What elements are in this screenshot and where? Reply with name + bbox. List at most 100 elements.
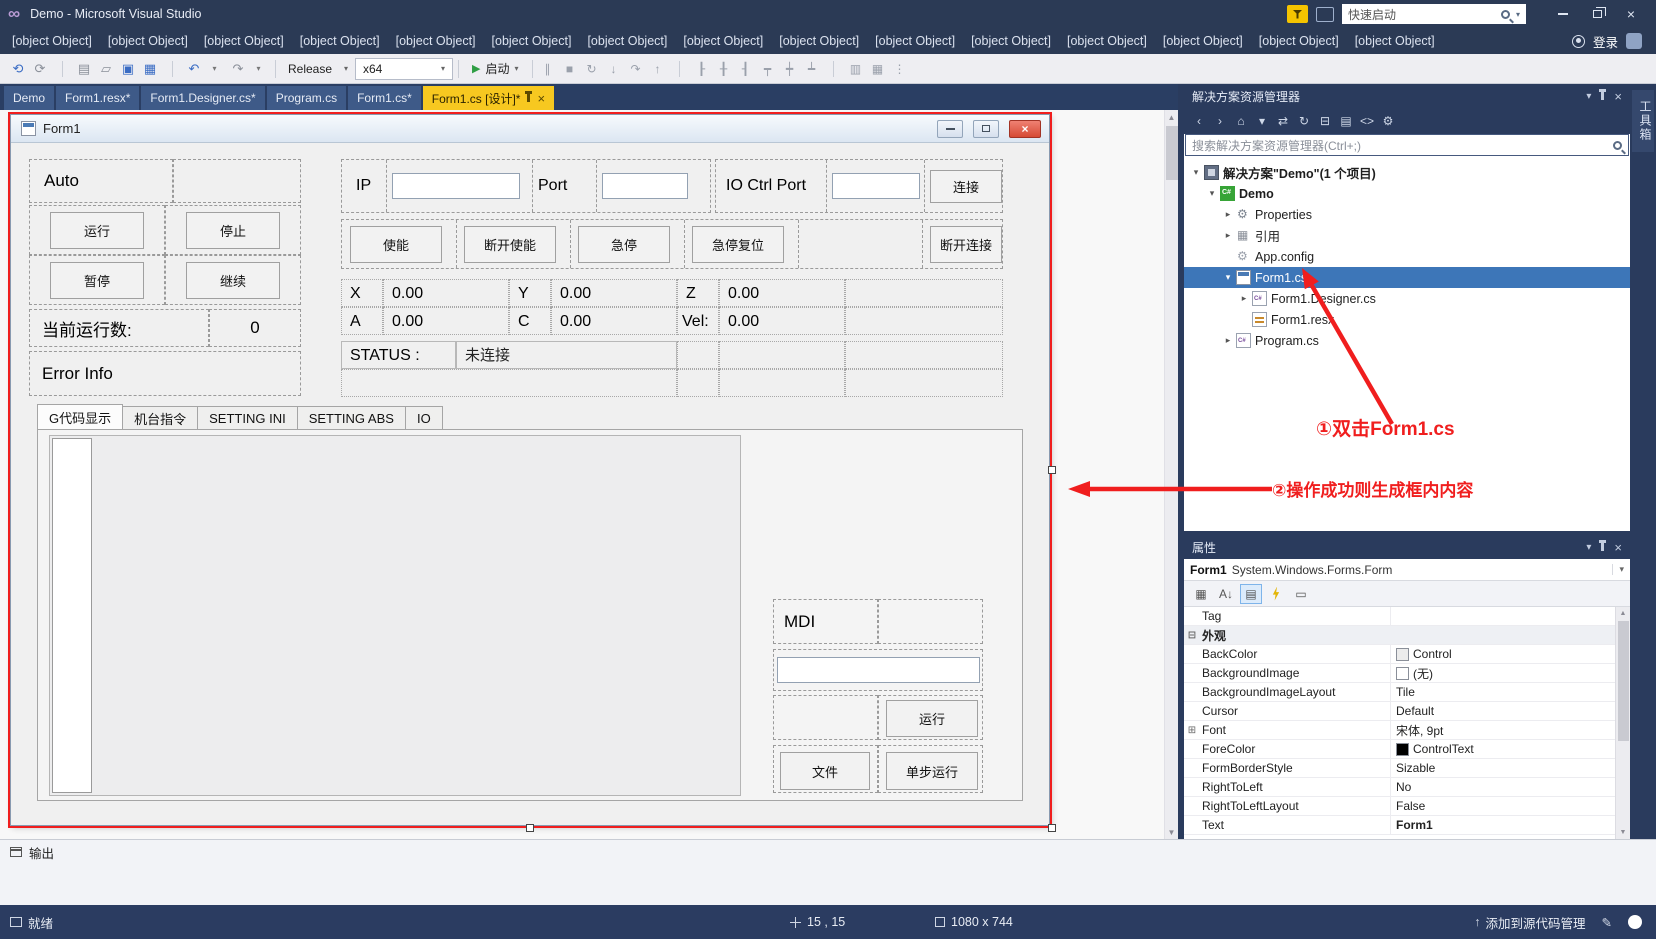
chevron-down-icon[interactable]: ▾ bbox=[1516, 10, 1520, 19]
properties-view-icon[interactable]: ▤ bbox=[1240, 584, 1262, 604]
chevron-down-icon[interactable]: ▾ bbox=[1586, 542, 1591, 553]
save-icon[interactable]: ▣ bbox=[118, 58, 138, 80]
gcode-line-list[interactable] bbox=[52, 438, 92, 793]
pause-button[interactable]: 暂停 bbox=[50, 262, 144, 299]
property-row[interactable]: Text Form1 bbox=[1184, 816, 1615, 835]
property-row[interactable]: ⊟ 外观 bbox=[1184, 626, 1615, 645]
scroll-down-icon[interactable]: ▼ bbox=[1616, 826, 1630, 839]
property-row[interactable]: RightToLeft No bbox=[1184, 778, 1615, 797]
property-row[interactable]: ForeColor ControlText bbox=[1184, 740, 1615, 759]
tree-item[interactable]: ▾ Demo bbox=[1184, 183, 1630, 204]
property-row[interactable]: RightToLeftLayout False bbox=[1184, 797, 1615, 816]
form-tab[interactable]: SETTING ABS bbox=[297, 406, 406, 429]
align-tops-icon[interactable]: ┯ bbox=[758, 58, 778, 80]
property-row[interactable]: BackColor Control bbox=[1184, 645, 1615, 664]
connect-button[interactable]: 连接 bbox=[930, 170, 1002, 203]
restart-icon[interactable]: ↻ bbox=[582, 58, 602, 80]
property-row[interactable]: ⊞ Font 宋体, 9pt bbox=[1184, 721, 1615, 740]
menu-item[interactable]: [object Object] bbox=[388, 30, 484, 52]
scroll-up-icon[interactable]: ▲ bbox=[1165, 110, 1178, 124]
expander-icon[interactable]: ⊟ bbox=[1184, 630, 1200, 641]
stop-button[interactable]: 停止 bbox=[186, 212, 280, 249]
property-row[interactable]: BackgroundImage (无) bbox=[1184, 664, 1615, 683]
document-tab[interactable]: Form1.cs [设计]* × bbox=[423, 86, 554, 110]
file-button[interactable]: 文件 bbox=[780, 752, 870, 790]
stop-icon[interactable]: ■ bbox=[560, 58, 580, 80]
form-close-button[interactable]: × bbox=[1009, 120, 1041, 138]
align-centers-icon[interactable]: ╂ bbox=[714, 58, 734, 80]
io-ctrl-port-input[interactable] bbox=[832, 173, 920, 199]
undo-icon[interactable]: ↶ bbox=[184, 58, 204, 80]
align-middles-icon[interactable]: ┿ bbox=[780, 58, 800, 80]
properties-header[interactable]: 属性 ▾ × bbox=[1184, 535, 1630, 559]
forward-icon[interactable]: › bbox=[1211, 111, 1229, 131]
sign-in-link[interactable]: 登录 bbox=[1593, 32, 1618, 51]
property-value[interactable]: ControlText bbox=[1390, 740, 1615, 758]
same-size-icon[interactable]: ▦ bbox=[868, 58, 888, 80]
step-run-button[interactable]: 单步运行 bbox=[886, 752, 978, 790]
align-rights-icon[interactable]: ┨ bbox=[736, 58, 756, 80]
port-input[interactable] bbox=[602, 173, 688, 199]
collapse-all-icon[interactable]: ⊟ bbox=[1316, 111, 1334, 131]
run-button[interactable]: 运行 bbox=[50, 212, 144, 249]
form-title-bar[interactable]: Form1 × bbox=[11, 115, 1049, 143]
menu-item[interactable]: [object Object] bbox=[675, 30, 771, 52]
tree-item[interactable]: ▸ Properties bbox=[1184, 204, 1630, 225]
step-out-icon[interactable]: ↑ bbox=[648, 58, 668, 80]
gcode-display-area[interactable] bbox=[49, 435, 741, 796]
property-value[interactable]: No bbox=[1390, 778, 1615, 796]
disconnect-button[interactable]: 断开连接 bbox=[930, 226, 1002, 263]
properties-scrollbar[interactable]: ▲ ▼ bbox=[1615, 607, 1630, 839]
expander-icon[interactable]: ▸ bbox=[1222, 209, 1234, 220]
close-icon[interactable]: × bbox=[1614, 89, 1622, 104]
resize-handle-corner[interactable] bbox=[1048, 824, 1056, 832]
minimize-button[interactable] bbox=[1546, 3, 1580, 25]
platform-combo[interactable]: x64▾ bbox=[355, 58, 453, 80]
menu-item[interactable]: [object Object] bbox=[867, 30, 963, 52]
avatar[interactable] bbox=[1626, 33, 1642, 49]
solution-explorer-header[interactable]: 解决方案资源管理器 ▾ × bbox=[1184, 84, 1630, 108]
tree-item[interactable]: ▾ 解决方案"Demo"(1 个项目) bbox=[1184, 162, 1630, 183]
redo-dropdown-icon[interactable]: ▾ bbox=[250, 58, 270, 80]
pin-icon[interactable] bbox=[1601, 92, 1604, 100]
document-tab[interactable]: Form1.resx* × bbox=[56, 86, 139, 110]
alphabetical-icon[interactable]: A↓ bbox=[1215, 584, 1237, 604]
tree-item[interactable]: App.config bbox=[1184, 246, 1630, 267]
redo-icon[interactable]: ↷ bbox=[228, 58, 248, 80]
menu-item[interactable]: [object Object] bbox=[196, 30, 292, 52]
forward-icon[interactable]: ⟳ bbox=[30, 58, 50, 80]
property-value[interactable]: (无) bbox=[1390, 664, 1615, 682]
scroll-down-icon[interactable]: ▼ bbox=[1165, 825, 1178, 839]
scrollbar-thumb[interactable] bbox=[1166, 126, 1178, 180]
property-value[interactable]: Form1 bbox=[1390, 816, 1615, 834]
designer-canvas[interactable]: Form1 × Auto 运行 停止 暂停 继续 bbox=[0, 110, 1178, 839]
pin-icon[interactable] bbox=[1601, 543, 1604, 551]
back-icon[interactable]: ⟲ bbox=[8, 58, 28, 80]
menu-item[interactable]: [object Object] bbox=[1347, 30, 1443, 52]
tree-item[interactable]: ▸ 引用 bbox=[1184, 225, 1630, 246]
document-tab[interactable]: Program.cs × bbox=[267, 86, 346, 110]
chevron-down-icon[interactable]: ▾ bbox=[1612, 564, 1624, 575]
mdi-input[interactable] bbox=[777, 657, 980, 683]
restore-button[interactable] bbox=[1580, 3, 1614, 25]
menu-item[interactable]: [object Object] bbox=[771, 30, 867, 52]
resize-handle-right[interactable] bbox=[1048, 466, 1056, 474]
mdi-run-button[interactable]: 运行 bbox=[886, 700, 978, 737]
property-value[interactable]: False bbox=[1390, 797, 1615, 815]
property-pages-icon[interactable]: ▭ bbox=[1290, 584, 1312, 604]
undo-dropdown-icon[interactable]: ▾ bbox=[206, 58, 226, 80]
menu-item[interactable]: [object Object] bbox=[292, 30, 388, 52]
expander-icon[interactable]: ▾ bbox=[1190, 167, 1202, 178]
ip-input[interactable] bbox=[392, 173, 520, 199]
properties-object-selector[interactable]: Form1 System.Windows.Forms.Form ▾ bbox=[1184, 559, 1630, 581]
solution-search-input[interactable]: 搜索解决方案资源管理器(Ctrl+;) bbox=[1185, 134, 1629, 156]
events-icon[interactable] bbox=[1265, 584, 1287, 604]
scrollbar-thumb[interactable] bbox=[1618, 621, 1629, 741]
property-row[interactable]: BackgroundImageLayout Tile bbox=[1184, 683, 1615, 702]
menu-item[interactable]: [object Object] bbox=[1251, 30, 1347, 52]
toolbox-autohide-tab[interactable]: 工具箱 bbox=[1632, 90, 1654, 152]
home-icon[interactable]: ⌂ bbox=[1232, 111, 1250, 131]
form-tab[interactable]: IO bbox=[405, 406, 443, 429]
categorized-icon[interactable]: ▦ bbox=[1190, 584, 1212, 604]
step-into-icon[interactable]: ↓ bbox=[604, 58, 624, 80]
